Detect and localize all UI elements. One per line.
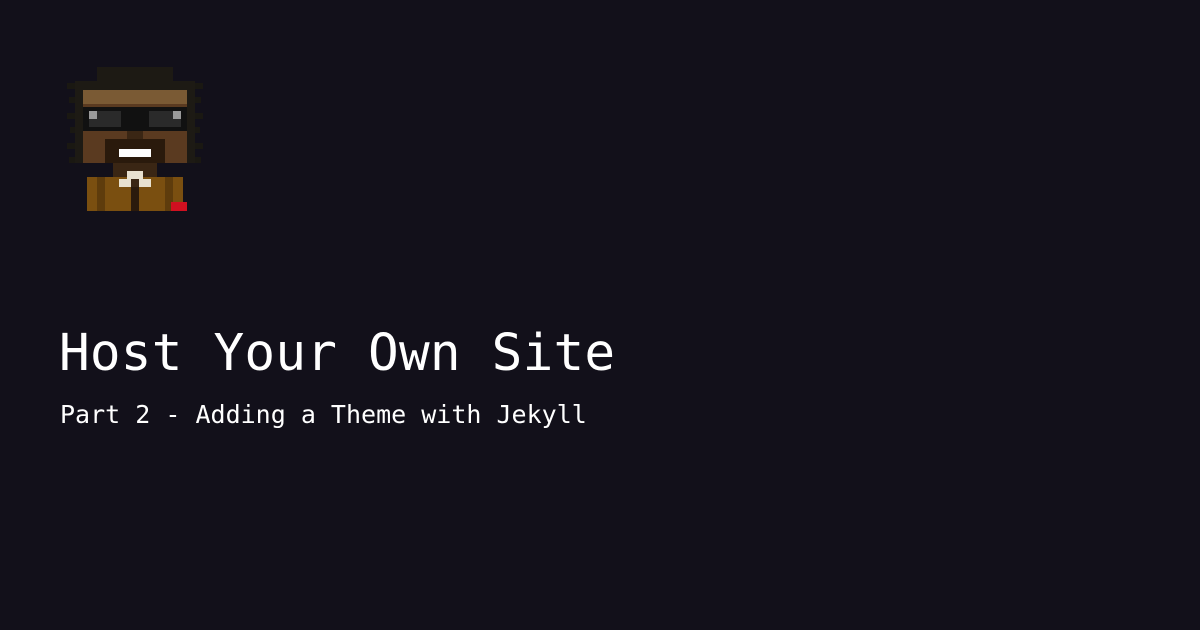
social-card: { "avatar": { "icon": "pixel-art-avatar-…: [0, 0, 1200, 630]
post-title: Host Your Own Site: [59, 324, 616, 383]
post-subtitle: Part 2 - Adding a Theme with Jekyll: [60, 400, 587, 429]
pixel-avatar-icon: [67, 67, 203, 211]
